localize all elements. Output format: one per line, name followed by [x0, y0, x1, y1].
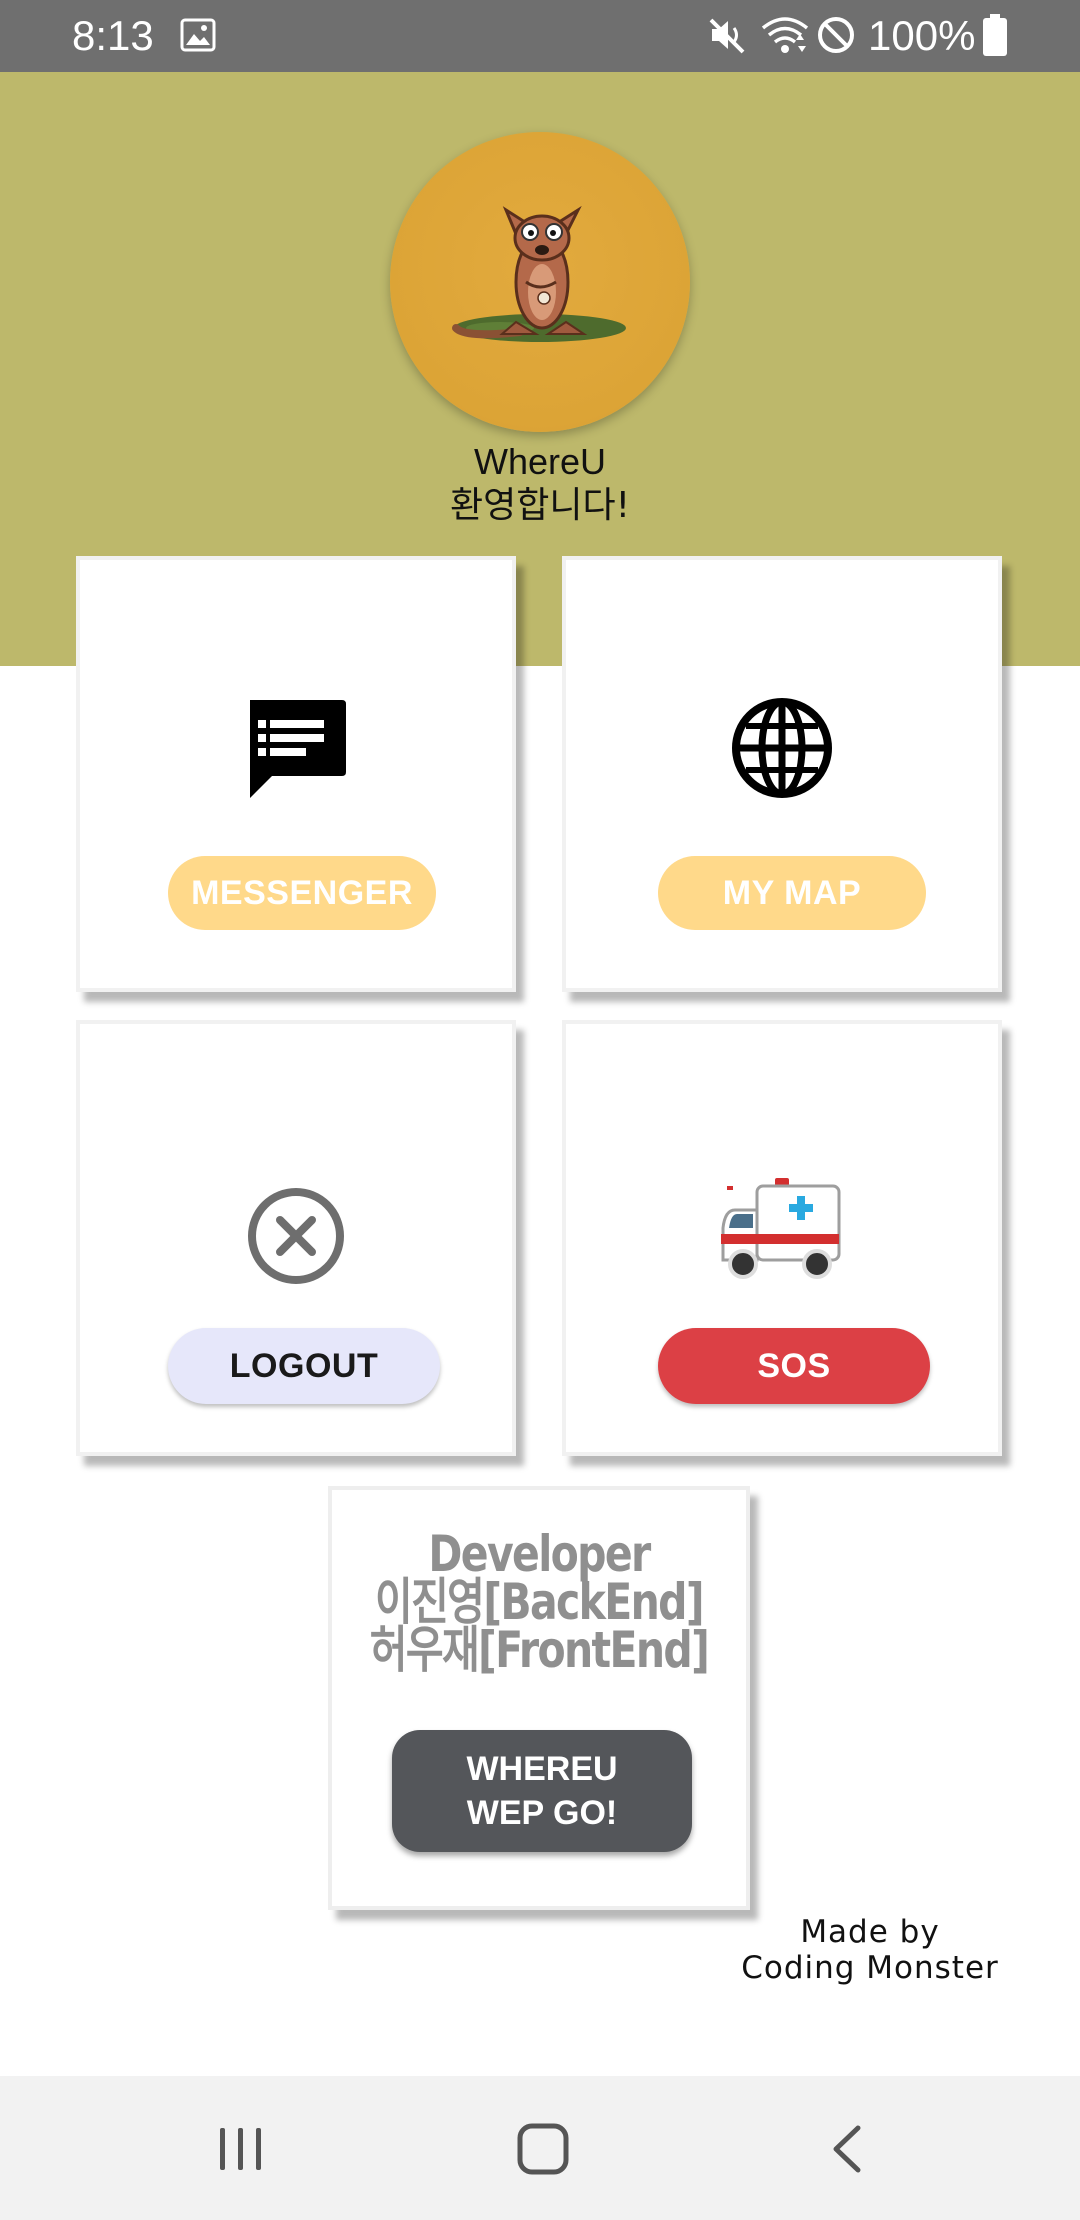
- my-map-card[interactable]: MY MAP: [562, 556, 1002, 992]
- whereu-go-line1: WHEREU: [466, 1750, 618, 1788]
- developer-credits: Developer 이진영[BackEnd] 허우재[FrontEnd]: [369, 1525, 710, 1679]
- developer-backend: 이진영[BackEnd]: [375, 1573, 705, 1631]
- navigation-bar: [0, 2076, 1080, 2220]
- developer-card: Developer 이진영[BackEnd] 허우재[FrontEnd] WHE…: [328, 1486, 750, 1910]
- app-name: WhereU: [473, 441, 607, 482]
- logout-card[interactable]: LOGOUT: [76, 1020, 516, 1456]
- messenger-button[interactable]: MESSENGER: [168, 856, 436, 930]
- globe-icon: [732, 698, 832, 798]
- close-circle-icon: [248, 1188, 344, 1284]
- sos-button[interactable]: SOS: [658, 1328, 930, 1404]
- battery-icon: [983, 14, 1007, 56]
- app-screen: 8:13 100% WhereU 환영합니다! MESSENGER MY MAP…: [0, 0, 1080, 2220]
- status-bar: 8:13 100%: [0, 0, 1080, 72]
- gallery-icon: [180, 18, 216, 52]
- recents-icon[interactable]: [214, 2124, 268, 2174]
- kangaroo-avatar-icon: [390, 132, 690, 432]
- mute-icon: [709, 18, 745, 54]
- welcome-message: 환영합니다!: [449, 485, 631, 526]
- sos-card[interactable]: SOS: [562, 1020, 1002, 1456]
- wifi-icon: [761, 17, 809, 53]
- my-map-button[interactable]: MY MAP: [658, 856, 926, 930]
- ambulance-icon: [721, 1178, 841, 1279]
- logout-button[interactable]: LOGOUT: [168, 1328, 440, 1404]
- block-icon: [818, 17, 854, 53]
- made-by-line: Made by: [800, 1914, 940, 1950]
- back-icon[interactable]: [826, 2122, 866, 2176]
- home-icon[interactable]: [516, 2122, 570, 2176]
- developer-frontend: 허우재[FrontEnd]: [369, 1621, 710, 1679]
- made-by-credit: Made by Coding Monster: [700, 1914, 1040, 1986]
- messenger-card[interactable]: MESSENGER: [76, 556, 516, 992]
- author-line: Coding Monster: [741, 1950, 999, 1986]
- developer-heading: Developer: [428, 1525, 651, 1583]
- status-time: 8:13: [72, 12, 154, 59]
- battery-percent: 100%: [868, 12, 976, 59]
- whereu-go-button[interactable]: WHEREU WEP GO!: [392, 1730, 692, 1852]
- whereu-go-line2: WEP GO!: [466, 1794, 618, 1832]
- message-icon: [250, 700, 346, 798]
